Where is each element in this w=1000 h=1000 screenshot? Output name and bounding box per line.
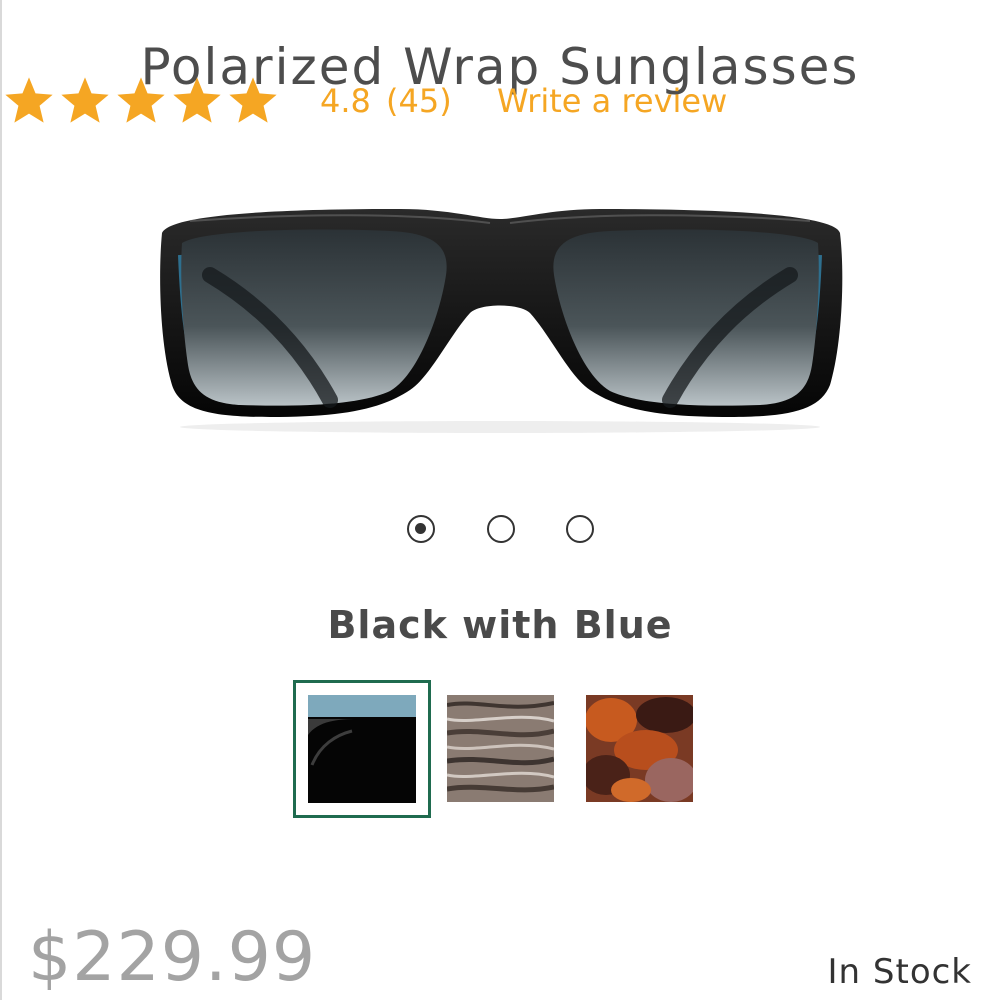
star-icon [117,77,165,123]
write-review-link[interactable]: Write a review [497,82,727,120]
star-icon [229,77,277,123]
image-carousel-indicators [0,515,1000,555]
carousel-dot-3[interactable] [566,515,594,543]
star-rating[interactable] [2,74,280,128]
product-price: $229.99 [28,918,317,997]
selected-color-name: Black with Blue [327,603,673,647]
product-image [160,209,843,433]
swatch-red-tortoise[interactable] [586,695,693,802]
stock-status: In Stock [827,952,972,992]
swatch-black-with-blue[interactable] [308,695,416,803]
carousel-dot-1[interactable] [407,515,435,543]
star-icon [61,77,109,123]
carousel-dot-2[interactable] [487,515,515,543]
star-icon [5,77,53,123]
swatch-grey-wood-pattern[interactable] [447,695,554,802]
star-icon [173,77,221,123]
rating-row: 4.8 (45) Write a review [0,72,1000,132]
review-count[interactable]: (45) [386,82,452,120]
page-left-border [0,0,2,1000]
rating-value: 4.8 [320,82,371,120]
